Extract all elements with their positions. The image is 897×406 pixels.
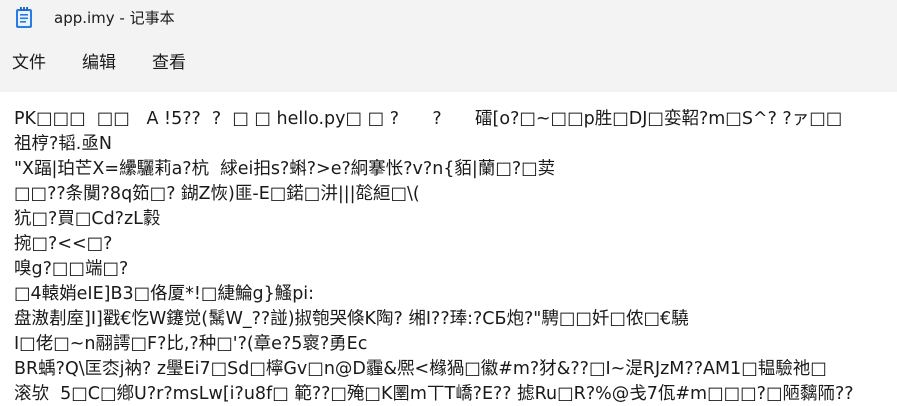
menu-view[interactable]: 查看 [152,52,186,74]
text-line: 滚欤 5□C□鄕U?r?msLw[i?u8f□ 範??□殗□K圛m丅T嶠?E??… [14,384,854,404]
text-line: I□佬□~n翮謣□F?比,?种□'?(章e?5褱?勇Ec [14,334,368,354]
text-editor[interactable]: PK□□□ □□ A !5?? ? □ □ hello.py□ □ ? ? 礌[… [0,92,897,406]
text-line: □4轅娋eIE]B3□佫厦*!□緁鯩g}鰠pi: [14,284,315,304]
title-bar: app.imy - 记事本 [0,0,897,36]
window-title: app.imy - 记事本 [54,9,175,27]
text-line: 盘滶剨庢]I]戳€忔W鑳觉(鬗W_??諩)掓匏哭倏K陶? 缃I??琫:?CБ炮?… [14,309,689,329]
menu-file[interactable]: 文件 [12,52,46,74]
menu-edit[interactable]: 编辑 [82,52,116,74]
text-line: □□??条闃?8q筎□? 鍸Z恢)匪-E□鍩□汫|||旕絙□\( [14,184,420,204]
text-line: BR蝺?Q\匡枩j衲? z璺Ei7□Sd□檸Gv□n@D霾&熈<橼猧□徽#m?犲… [14,359,827,379]
text-line: 嗅g?□□端□? [14,259,129,279]
text-line: 捥□?<<□? [14,234,113,254]
notepad-icon [16,7,32,28]
text-content: PK□□□ □□ A !5?? ? □ □ hello.py□ □ ? ? 礌[… [14,107,854,406]
text-line: 祖梈?韬.亟N [14,134,112,154]
text-line: PK□□□ □□ A !5?? ? □ □ hello.py□ □ ? ? 礌[… [14,109,843,129]
text-line: 犺□?買□Cd?zL豰 [14,209,161,229]
text-line: "X踾|珀芒X=纝驪莉a?杭 絿ei抇s?蝌?>e?絅搴怅?v?n{貊|蘭□?□… [14,159,556,179]
menu-bar: 文件 编辑 查看 [0,36,897,92]
